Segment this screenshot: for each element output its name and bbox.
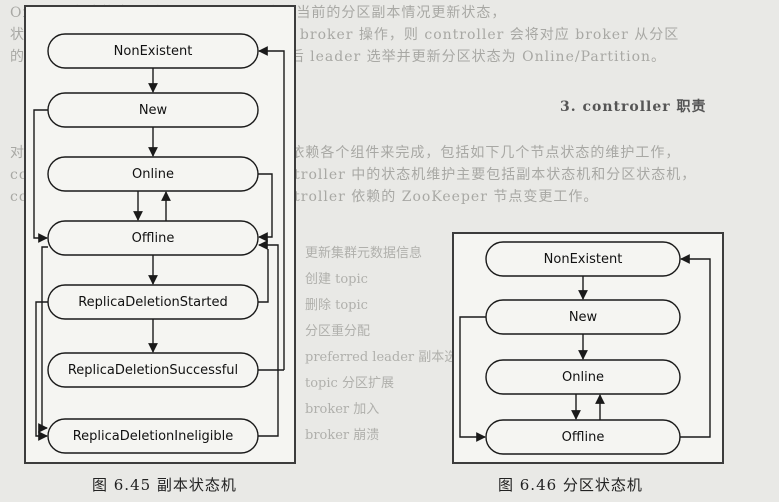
replica-state-machine-diagram: NonExistent New Online Offline ReplicaDe… xyxy=(33,33,285,454)
state-label: NonExistent xyxy=(544,252,623,267)
state-label: ReplicaDeletionSuccessful xyxy=(68,363,238,378)
state-label: Online xyxy=(132,167,174,182)
state-label: ReplicaDeletionStarted xyxy=(78,295,228,310)
state-label: Online xyxy=(562,370,604,385)
arrow-new-to-offline xyxy=(33,109,48,243)
bullet-item: broker 加入 xyxy=(305,402,380,417)
bullet-item: topic 分区扩展 xyxy=(305,376,394,391)
partition-state-machine-diagram: NonExistent New Online Offline xyxy=(459,241,711,455)
bullet-item: 更新集群元数据信息 xyxy=(305,246,423,261)
state-label: NonExistent xyxy=(114,44,193,59)
bullet-item: broker 崩溃 xyxy=(305,428,380,443)
state-label: Offline xyxy=(562,430,605,445)
state-label: ReplicaDeletionIneligible xyxy=(73,429,234,444)
figure-6-46-caption: 图 6.46 分区状态机 xyxy=(498,476,643,494)
bullet-item: 删除 topic xyxy=(305,298,368,313)
section-heading: 3. controller 职责 xyxy=(560,99,707,115)
bullet-item: preferred leader 副本选举 xyxy=(305,350,471,365)
state-label: Offline xyxy=(132,231,175,246)
arrow-online-loop xyxy=(258,173,273,242)
arrow-offline-to-nonexistent xyxy=(680,254,711,438)
arrow-new-to-offline xyxy=(459,316,486,442)
figure-6-45-caption: 图 6.45 副本状态机 xyxy=(92,476,237,494)
figure-6-45-frame: NonExistent New Online Offline ReplicaDe… xyxy=(24,5,296,464)
state-label: New xyxy=(139,103,168,118)
state-label: New xyxy=(569,310,598,325)
arrow-offline-to-ineligible xyxy=(38,246,48,433)
arrow-deletion-started-to-offline xyxy=(258,249,269,303)
bullet-item: 创建 topic xyxy=(305,272,368,287)
bullet-item: 分区重分配 xyxy=(305,324,371,339)
figure-6-46-frame: NonExistent New Online Offline xyxy=(452,232,724,464)
